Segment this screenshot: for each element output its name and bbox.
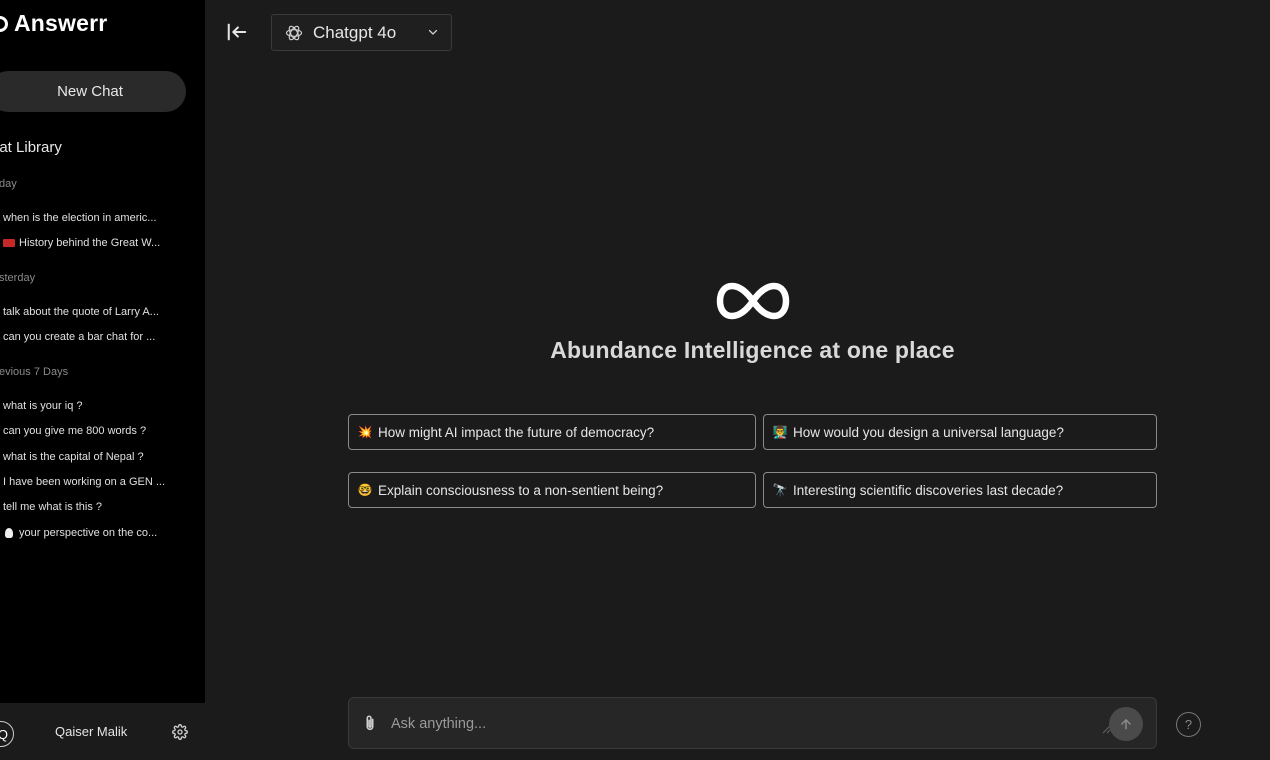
telescope-emoji-icon: 🔭 — [772, 483, 788, 497]
chat-input[interactable] — [389, 711, 1093, 737]
paperclip-icon[interactable] — [363, 714, 377, 732]
nerd-face-emoji-icon: 🤓 — [357, 483, 373, 497]
flag-icon — [3, 239, 15, 248]
chat-history-item[interactable]: I have been working on a GEN ... — [3, 476, 175, 488]
chat-history-item-label: can you give me 800 words ? — [3, 425, 147, 437]
arrow-up-icon — [1121, 719, 1131, 730]
chat-library-title: hat Library — [0, 139, 62, 156]
chat-history-item[interactable]: your perspective on the co... — [3, 527, 175, 539]
suggestion-label: How might AI impact the future of democr… — [378, 424, 655, 440]
avatar-initial: Q — [0, 726, 8, 742]
chat-history-item-label: can you create a bar chat for ... — [3, 331, 156, 343]
model-selector-label: Chatgpt 4o — [313, 22, 397, 42]
chat-history-item-label: when is the election in americ... — [3, 212, 157, 224]
hero-title: Abundance Intelligence at one place — [550, 337, 955, 363]
avatar[interactable]: Q — [0, 721, 14, 747]
section-label-previous-7-days: evious 7 Days — [0, 366, 69, 378]
suggestion-card[interactable]: 🤓 Explain consciousness to a non-sentien… — [348, 472, 756, 508]
user-name: Qaiser Malik — [55, 724, 128, 739]
chat-history-item[interactable]: what is the capital of Nepal ? — [3, 451, 175, 463]
sidebar-footer: Q Qaiser Malik — [0, 703, 205, 760]
brand-logo-icon — [0, 15, 8, 32]
suggestion-card[interactable]: 👨‍🏫 How would you design a universal lan… — [763, 414, 1157, 450]
suggestion-label: Interesting scientific discoveries last … — [793, 482, 1064, 498]
chat-history-item-label: what is your iq ? — [3, 400, 83, 412]
collision-emoji-icon: 💥 — [357, 425, 373, 439]
suggestion-card[interactable]: 🔭 Interesting scientific discoveries las… — [763, 472, 1157, 508]
chat-history-item-label: talk about the quote of Larry A... — [3, 306, 159, 318]
chat-history-item[interactable]: when is the election in americ... — [3, 212, 175, 224]
infinity-logo-icon — [716, 282, 790, 320]
gear-icon[interactable] — [172, 724, 188, 740]
model-selector[interactable]: Chatgpt 4o — [271, 14, 452, 51]
send-button[interactable] — [1109, 707, 1143, 741]
chat-history-item[interactable]: tell me what is this ? — [3, 501, 175, 513]
brand[interactable]: Answerr — [0, 10, 107, 37]
openai-logo-icon — [285, 25, 303, 40]
lightbulb-icon — [5, 528, 13, 539]
chat-history-item-label: I have been working on a GEN ... — [3, 476, 166, 488]
help-button[interactable]: ? — [1176, 712, 1201, 737]
chat-history-item[interactable]: talk about the quote of Larry A... — [3, 306, 175, 318]
section-label-yesterday: sterday — [0, 272, 36, 284]
sidebar: Answerr New Chat hat Library day when is… — [0, 0, 205, 703]
teacher-emoji-icon: 👨‍🏫 — [772, 425, 788, 439]
collapse-sidebar-icon[interactable] — [226, 21, 248, 43]
chat-history-item-label: History behind the Great W... — [19, 237, 161, 249]
chat-history-item[interactable]: can you give me 800 words ? — [3, 425, 175, 437]
chat-history-item-label: tell me what is this ? — [3, 501, 103, 513]
chevron-down-icon — [428, 29, 438, 35]
suggestion-label: Explain consciousness to a non-sentient … — [378, 482, 664, 498]
chat-history-item[interactable]: what is your iq ? — [3, 400, 175, 412]
suggestion-card[interactable]: 💥 How might AI impact the future of demo… — [348, 414, 756, 450]
brand-name: Answerr — [14, 10, 108, 36]
chat-history-item-label: your perspective on the co... — [19, 527, 158, 539]
chat-history-item-label: what is the capital of Nepal ? — [3, 451, 144, 463]
chat-history-item[interactable]: can you create a bar chat for ... — [3, 331, 175, 343]
suggestion-label: How would you design a universal languag… — [793, 424, 1064, 440]
section-label-today: day — [0, 178, 17, 190]
new-chat-button[interactable]: New Chat — [0, 71, 186, 112]
message-composer — [348, 697, 1157, 749]
chat-history-item[interactable]: History behind the Great W... — [3, 237, 175, 249]
